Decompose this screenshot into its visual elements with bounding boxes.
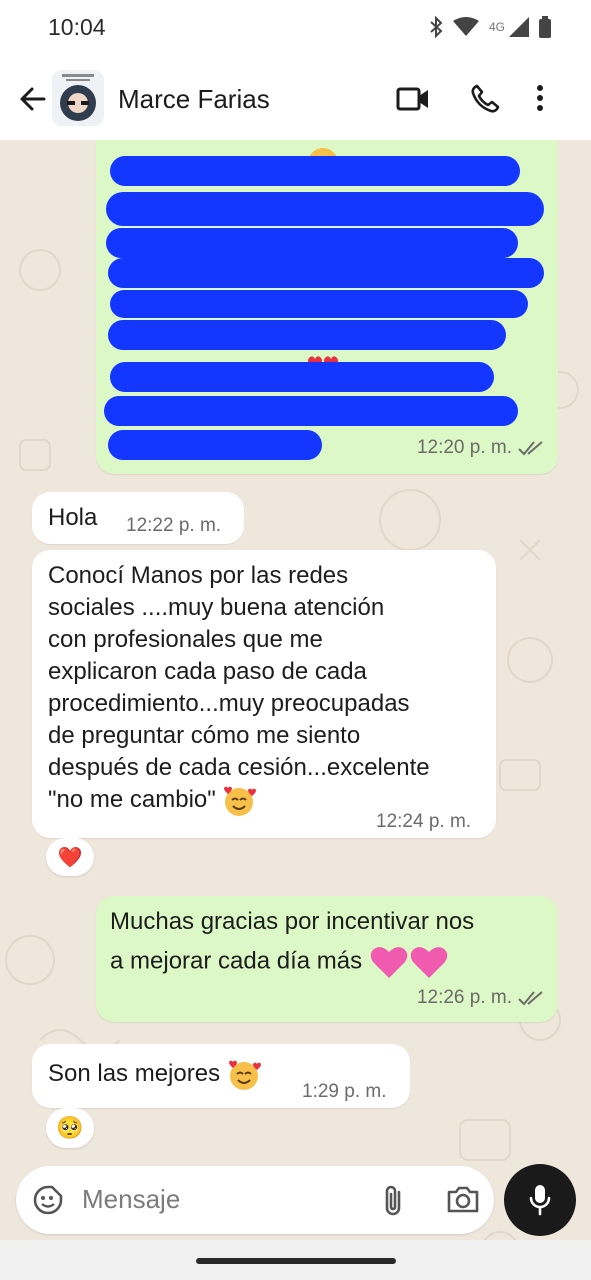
pleading-face-reaction-icon: 🥺 [56,1115,84,1140]
message-line: Conocí Manos por las redes [48,562,349,589]
more-options-icon[interactable] [536,84,544,112]
network-type: 4G [488,20,505,34]
message-line-text: a mejorar cada día más [110,947,369,975]
message-line-text: "no me cambio" [48,786,216,813]
chat-header: Marce Farias [0,58,591,140]
redaction-mark [106,228,518,258]
redaction-mark [110,156,520,186]
message-time: 12:24 p. m. [376,811,472,832]
reaction-badge[interactable]: ❤️ [46,838,94,876]
message-time: 12:22 p. m. [126,515,222,536]
message-time: 1:29 p. m. [302,1081,387,1102]
redaction-mark [108,430,322,460]
battery-icon [539,16,551,38]
message-line: procedimiento...muy preocupadas [48,690,410,717]
pink-heart-emoji-icon [370,947,448,978]
message-bubble-incoming[interactable]: Son las mejores 1:29 p. m. [32,1044,410,1108]
message-line: sociales ....muy buena atención [48,594,385,621]
message-line: Muchas gracias por incentivar nos [110,908,475,935]
read-receipt-icon [518,441,543,456]
message-line: de preguntar cómo me siento [48,722,361,749]
status-bar: 10:04 4G [0,0,591,58]
smiling-face-hearts-emoji-icon [228,1060,261,1090]
heart-reaction-icon: ❤️ [57,846,83,869]
message-line: con profesionales que me [48,626,323,653]
redaction-mark [106,192,544,226]
redaction-mark [110,362,494,392]
message-line-last: "no me cambio" [48,784,430,817]
status-icons: 4G [429,16,551,38]
chat-area[interactable]: 12:20 p. m. Hola 12:22 p. m. Conocí Mano… [0,140,591,1280]
redaction-mark [108,258,544,288]
message-meta: 12:26 p. m. [417,982,544,1014]
contact-name[interactable]: Marce Farias [118,84,270,115]
signal-icon [509,17,529,37]
message-bubble-outgoing[interactable]: 12:20 p. m. [96,140,558,474]
contact-avatar[interactable] [52,70,104,126]
home-gesture-handle[interactable] [196,1258,396,1264]
message-meta: 12:20 p. m. [417,432,544,464]
redaction-mark [108,320,506,350]
back-arrow-icon[interactable] [16,82,50,116]
microphone-button[interactable] [504,1164,576,1236]
microphone-icon [529,1185,551,1216]
message-text: Hola [48,504,98,531]
message-time: 12:20 p. m. [416,437,512,458]
message-line-last: a mejorar cada día más [110,944,474,980]
message-line: explicaron cada paso de cada [48,658,367,685]
bluetooth-icon [430,16,443,38]
message-text: Son las mejores [48,1058,261,1091]
message-bubble-incoming[interactable]: Hola 12:22 p. m. [32,492,244,544]
camera-icon[interactable] [446,1184,480,1214]
read-receipt-icon [518,991,543,1006]
avatar-image [52,70,104,126]
phone-call-icon[interactable] [470,84,500,114]
message-bubble-incoming[interactable]: Conocí Manos por las redes sociales ....… [32,550,496,838]
reaction-badge[interactable]: 🥺 [46,1108,94,1148]
status-time: 10:04 [48,14,106,40]
message-input-bar[interactable]: Mensaje [16,1166,494,1234]
wifi-icon [452,17,479,36]
redaction-mark [110,290,528,318]
message-input[interactable]: Mensaje [82,1184,180,1215]
message-text: Muchas gracias por incentivar nos a mejo… [110,906,474,980]
message-bubble-outgoing[interactable]: Muchas gracias por incentivar nos a mejo… [96,896,558,1022]
message-line-text: Son las mejores [48,1060,221,1087]
video-call-icon[interactable] [396,86,430,112]
message-time: 12:26 p. m. [416,987,512,1008]
smiling-face-hearts-emoji-icon [224,786,257,816]
attach-icon[interactable] [380,1184,406,1218]
sticker-icon[interactable] [32,1184,64,1216]
message-line: después de cada cesión...excelente [48,754,430,781]
redaction-mark [104,396,518,426]
message-text: Conocí Manos por las redes sociales ....… [48,560,430,817]
